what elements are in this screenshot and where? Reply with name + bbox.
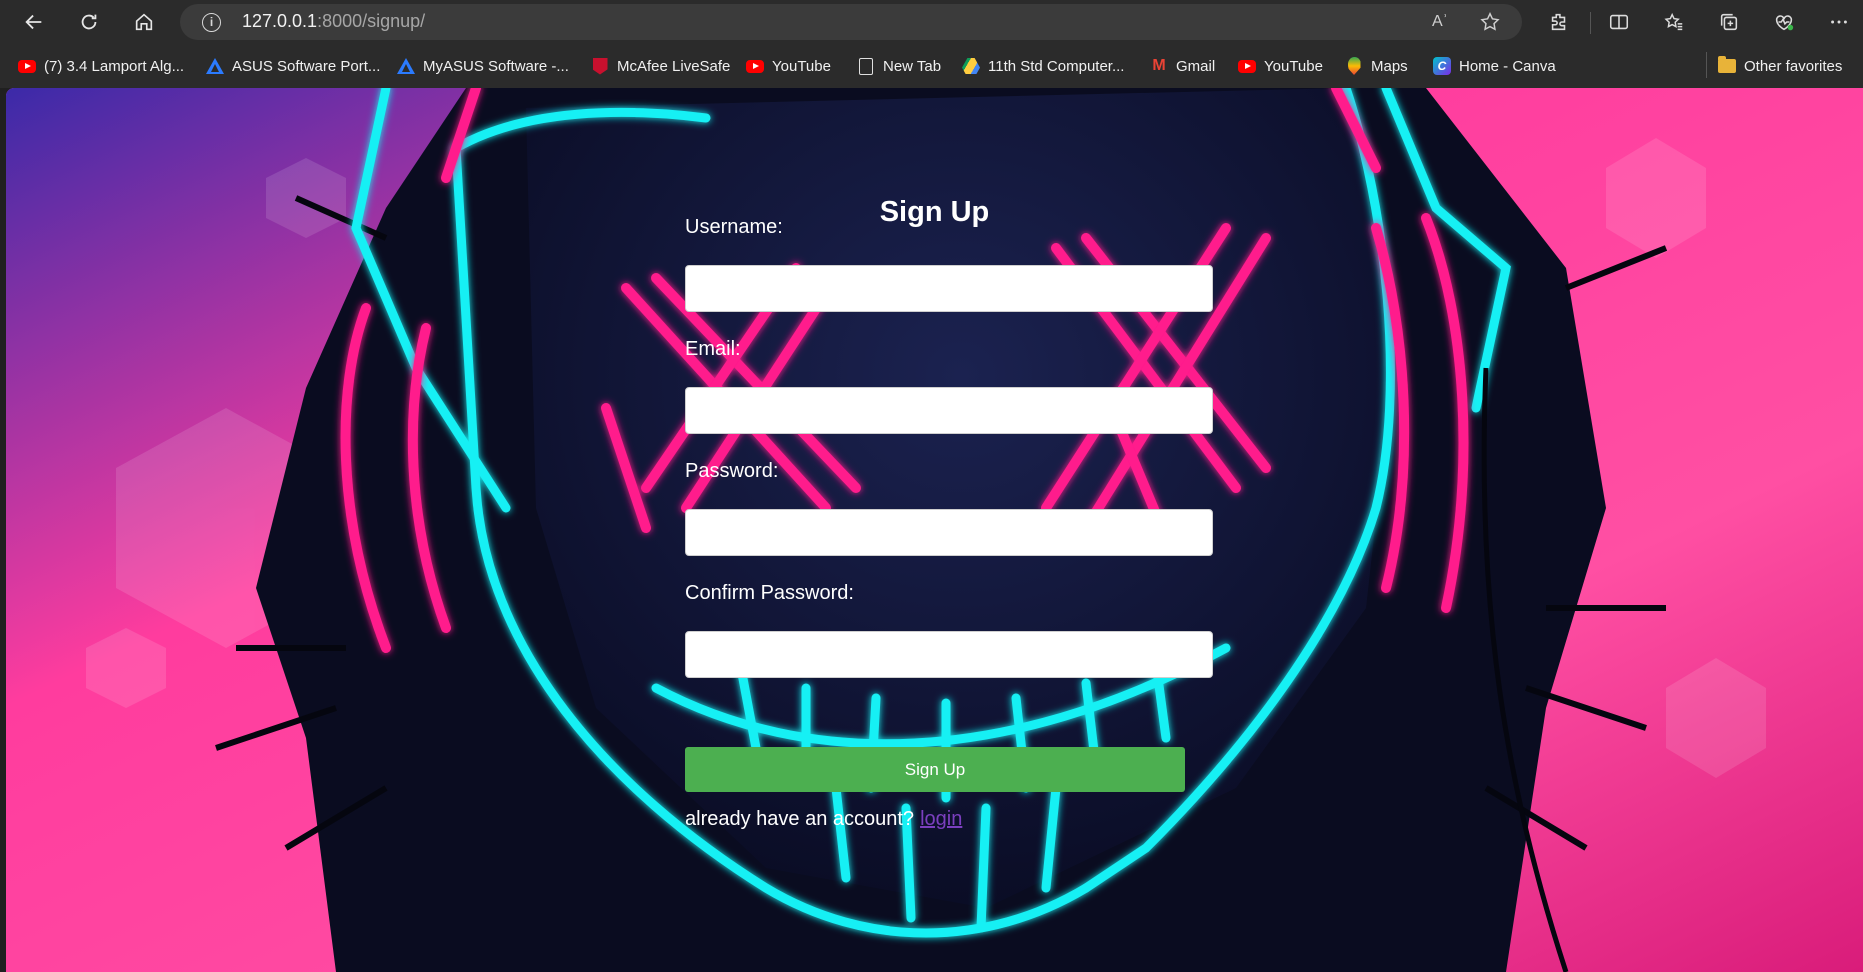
bookmark-label: Gmail — [1176, 57, 1216, 75]
bookmarks-bar: (7) 3.4 Lamport Alg... ASUS Software Por… — [0, 48, 1863, 84]
bookmark-label: Maps — [1371, 57, 1408, 75]
info-icon[interactable]: i — [202, 13, 221, 32]
back-arrow-icon[interactable] — [18, 6, 50, 38]
home-icon[interactable] — [128, 6, 160, 38]
bookmark-label: (7) 3.4 Lamport Alg... — [44, 57, 185, 75]
bookmark-label: MyASUS Software -... — [423, 57, 569, 75]
bookmark-label: Home - Canva — [1459, 57, 1556, 75]
google-drive-icon — [962, 57, 980, 75]
bookmark-label: 11th Std Computer... — [988, 57, 1125, 75]
confirm-password-label: Confirm Password: — [685, 582, 854, 604]
username-input[interactable] — [685, 265, 1213, 312]
split-screen-icon[interactable] — [1603, 6, 1635, 38]
confirm-password-input[interactable] — [685, 631, 1213, 678]
collections-icon[interactable] — [1713, 6, 1745, 38]
url-text[interactable]: 127.0.0.1:8000/signup/ — [242, 11, 425, 32]
mcafee-icon — [591, 57, 609, 75]
youtube-icon — [1238, 57, 1256, 75]
asus-icon — [397, 57, 415, 75]
bookmark-item[interactable]: YouTube — [746, 54, 831, 78]
page-viewport: Sign Up Username: Email: Password: Confi… — [6, 88, 1863, 972]
bookmark-item[interactable]: New Tab — [857, 54, 941, 78]
bookmark-item[interactable]: ASUS Software Port... — [206, 54, 380, 78]
sign-up-button[interactable]: Sign Up — [685, 747, 1185, 792]
other-favorites[interactable]: Other favorites — [1718, 54, 1842, 78]
canva-icon: C — [1433, 57, 1451, 75]
login-link[interactable]: login — [920, 808, 962, 830]
url-path: :8000/signup/ — [317, 11, 426, 31]
bookmarks-divider — [1706, 52, 1707, 78]
page-title: Sign Up — [879, 196, 990, 228]
folder-icon — [1718, 56, 1736, 75]
password-input[interactable] — [685, 509, 1213, 556]
bookmark-label: McAfee LiveSafe — [617, 57, 731, 75]
bookmark-label: YouTube — [772, 57, 831, 75]
read-aloud-icon[interactable]: Aʾ — [1428, 10, 1452, 34]
bookmark-item[interactable]: M Gmail — [1150, 54, 1215, 78]
bookmark-item[interactable]: McAfee LiveSafe — [591, 54, 730, 78]
address-bar[interactable]: i 127.0.0.1:8000/signup/ Aʾ — [180, 4, 1522, 40]
puzzle-icon[interactable] — [1543, 6, 1575, 38]
bookmark-item[interactable]: YouTube — [1238, 54, 1323, 78]
star-icon[interactable] — [1478, 10, 1502, 34]
bookmark-item[interactable]: Maps — [1345, 54, 1408, 78]
favorites-icon[interactable] — [1658, 6, 1690, 38]
youtube-icon — [18, 57, 36, 75]
login-prompt: already have an account? login — [685, 808, 962, 831]
email-input[interactable] — [685, 387, 1213, 434]
maps-icon — [1345, 57, 1363, 75]
bookmark-item[interactable]: (7) 3.4 Lamport Alg... — [18, 54, 184, 78]
asus-icon — [206, 57, 224, 75]
browser-essentials-icon[interactable] — [1768, 6, 1800, 38]
password-label: Password: — [685, 460, 779, 482]
page-icon — [857, 57, 875, 75]
bookmark-item[interactable]: C Home - Canva — [1433, 54, 1556, 78]
bookmark-label: ASUS Software Port... — [232, 57, 381, 75]
youtube-icon — [746, 57, 764, 75]
toolbar-divider — [1590, 12, 1591, 34]
bookmark-item[interactable]: 11th Std Computer... — [962, 54, 1124, 78]
bookmark-item[interactable]: MyASUS Software -... — [397, 54, 569, 78]
browser-chrome: i 127.0.0.1:8000/signup/ Aʾ (7) 3.4 Lamp… — [0, 0, 1863, 88]
username-label: Username: — [685, 216, 783, 238]
gmail-icon: M — [1152, 57, 1166, 74]
other-favorites-label: Other favorites — [1744, 57, 1843, 75]
email-label: Email: — [685, 338, 741, 360]
browser-toolbar: i 127.0.0.1:8000/signup/ Aʾ — [0, 0, 1863, 44]
login-prompt-text: already have an account? — [685, 808, 915, 830]
refresh-icon[interactable] — [73, 6, 105, 38]
bookmark-label: New Tab — [883, 57, 942, 75]
url-host: 127.0.0.1 — [242, 11, 318, 31]
more-icon[interactable] — [1823, 6, 1855, 38]
bookmark-label: YouTube — [1264, 57, 1323, 75]
